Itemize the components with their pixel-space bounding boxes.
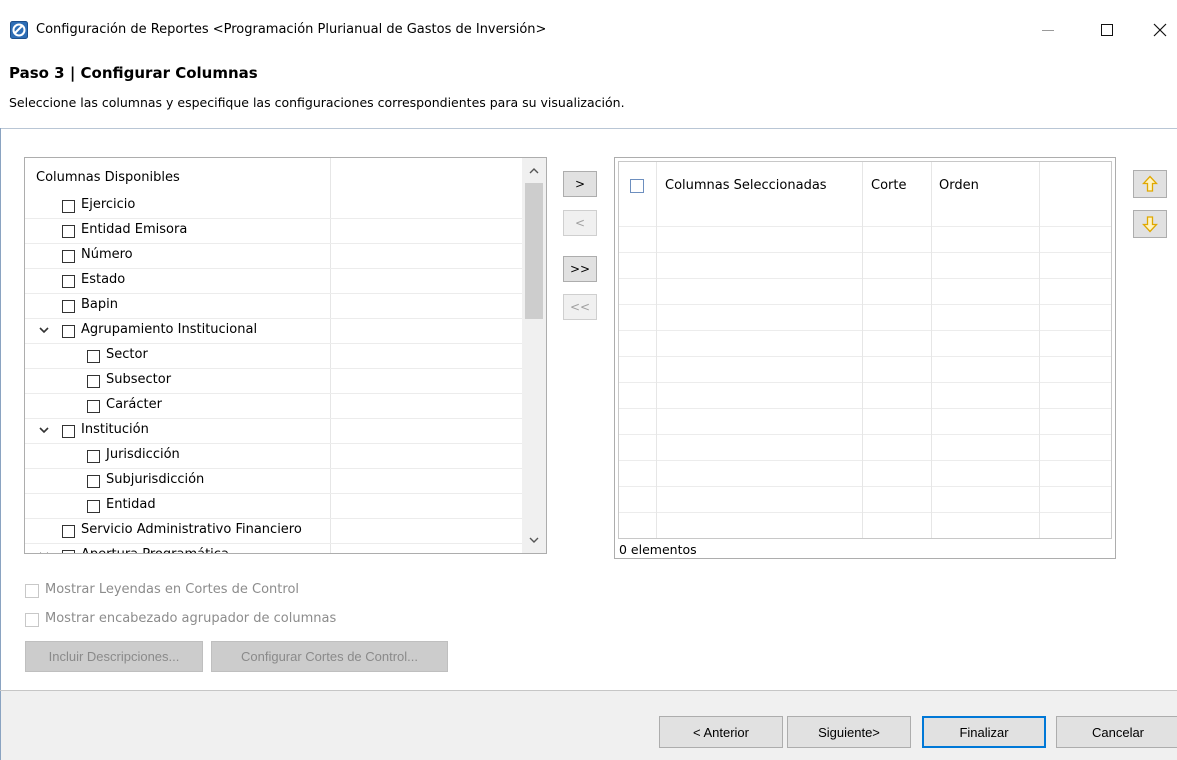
scroll-down-icon[interactable] — [528, 534, 540, 546]
column-header-corte[interactable]: Corte — [871, 178, 906, 193]
tree-scrollbar[interactable] — [522, 158, 546, 553]
chevron-down-icon[interactable] — [37, 548, 51, 554]
close-icon — [1153, 23, 1167, 37]
tree-item-checkbox[interactable] — [87, 450, 100, 463]
available-columns-tree[interactable]: Columnas Disponibles Ejercicio Entidad Em… — [24, 157, 547, 554]
step-description: Seleccione las columnas y especifique la… — [9, 95, 625, 110]
tree-item[interactable]: Carácter — [25, 394, 522, 419]
move-down-button[interactable] — [1133, 210, 1167, 238]
arrow-up-icon — [1142, 175, 1158, 192]
tree-item[interactable]: Entidad Emisora — [25, 219, 522, 244]
show-group-header-checkbox[interactable] — [25, 613, 39, 627]
add-column-button[interactable]: > — [563, 171, 597, 197]
tree-item-checkbox[interactable] — [62, 250, 75, 263]
frame-border — [0, 128, 1, 760]
tree-item[interactable]: Agrupamiento Institucional — [25, 319, 522, 344]
next-button[interactable]: Siguiente> — [787, 716, 911, 748]
finish-button[interactable]: Finalizar — [922, 716, 1046, 748]
tree-item[interactable]: Estado — [25, 269, 522, 294]
selected-columns-grid: Columnas Seleccionadas Corte Orden — [618, 161, 1112, 539]
grid-line — [862, 162, 863, 538]
tree-item-label: Subjurisdicción — [106, 472, 205, 487]
tree-item[interactable]: Subjurisdicción — [25, 469, 522, 494]
minimize-icon — [1042, 29, 1054, 31]
tree-item-checkbox[interactable] — [62, 550, 75, 553]
grid-line — [656, 162, 657, 538]
tree-item-checkbox[interactable] — [87, 350, 100, 363]
tree-item-label: Ejercicio — [81, 197, 136, 212]
report-app-icon — [10, 21, 28, 39]
grid-line — [1039, 162, 1040, 538]
available-columns-header: Columnas Disponibles — [36, 170, 180, 185]
tree-item[interactable]: Sector — [25, 344, 522, 369]
tree-item-label: Subsector — [106, 372, 172, 387]
remove-column-button[interactable]: < — [563, 210, 597, 236]
tree-item[interactable]: Apertura Programática — [25, 544, 522, 554]
step-title: Paso 3 | Configurar Columnas — [9, 64, 258, 82]
scroll-up-icon[interactable] — [528, 165, 540, 177]
show-legends-checkbox[interactable] — [25, 584, 39, 598]
tree-item[interactable]: Institución — [25, 419, 522, 444]
tree-item-checkbox[interactable] — [87, 400, 100, 413]
tree-item-label: Jurisdicción — [106, 447, 180, 462]
column-header-selected[interactable]: Columnas Seleccionadas — [665, 178, 827, 193]
select-all-checkbox[interactable] — [630, 179, 644, 193]
show-legends-label: Mostrar Leyendas en Cortes de Control — [45, 582, 300, 597]
tree-item-label: Sector — [106, 347, 148, 362]
tree-item-label: Carácter — [106, 397, 162, 412]
tree-item[interactable]: Jurisdicción — [25, 444, 522, 469]
arrow-down-icon — [1142, 216, 1158, 233]
tree-item-checkbox[interactable] — [62, 275, 75, 288]
scroll-thumb[interactable] — [525, 183, 543, 319]
tree-item-label: Número — [81, 247, 133, 262]
tree-item-label: Estado — [81, 272, 126, 287]
selected-columns-table[interactable]: Columnas Seleccionadas Corte Orden 0 ele… — [614, 157, 1116, 559]
back-button[interactable]: < Anterior — [659, 716, 783, 748]
grid-line — [931, 162, 932, 538]
tree-item[interactable]: Entidad — [25, 494, 522, 519]
column-header-orden[interactable]: Orden — [939, 178, 979, 193]
tree-item[interactable]: Subsector — [25, 369, 522, 394]
tree-item-label: Apertura Programática — [81, 547, 229, 553]
window-title: Configuración de Reportes <Programación … — [36, 22, 547, 37]
tree-item-label: Institución — [81, 422, 149, 437]
add-all-columns-button[interactable]: >> — [563, 256, 597, 282]
show-group-header-label: Mostrar encabezado agrupador de columnas — [45, 611, 337, 626]
tree-item-checkbox[interactable] — [87, 375, 100, 388]
move-up-button[interactable] — [1133, 170, 1167, 198]
tree-item-label: Entidad Emisora — [81, 222, 188, 237]
report-config-window: Configuración de Reportes <Programación … — [0, 0, 1177, 760]
title-bar: Configuración de Reportes <Programación … — [0, 0, 1177, 60]
include-descriptions-button[interactable]: Incluir Descripciones... — [25, 641, 203, 672]
cancel-button[interactable]: Cancelar — [1056, 716, 1177, 748]
tree-item-label: Entidad — [106, 497, 156, 512]
chevron-down-icon[interactable] — [37, 423, 51, 437]
minimize-button[interactable] — [1028, 15, 1068, 45]
tree-item-checkbox[interactable] — [62, 225, 75, 238]
tree-item-checkbox[interactable] — [62, 200, 75, 213]
maximize-button[interactable] — [1087, 15, 1127, 45]
tree-item-label: Bapin — [81, 297, 118, 312]
tree-item-label: Agrupamiento Institucional — [81, 322, 258, 337]
tree-item[interactable]: Servicio Administrativo Financiero — [25, 519, 522, 544]
configure-cuts-button[interactable]: Configurar Cortes de Control... — [211, 641, 448, 672]
chevron-down-icon[interactable] — [37, 323, 51, 337]
close-button[interactable] — [1140, 15, 1177, 45]
tree-item-checkbox[interactable] — [62, 325, 75, 338]
tree-item[interactable]: Ejercicio — [25, 194, 522, 219]
tree-item-checkbox[interactable] — [62, 525, 75, 538]
tree-item-checkbox[interactable] — [87, 475, 100, 488]
tree-item[interactable]: Número — [25, 244, 522, 269]
header-divider — [0, 128, 1177, 129]
tree-item-checkbox[interactable] — [87, 500, 100, 513]
remove-all-columns-button[interactable]: << — [563, 294, 597, 320]
selected-count: 0 elementos — [619, 542, 697, 557]
tree-item-checkbox[interactable] — [62, 425, 75, 438]
tree-item[interactable]: Bapin — [25, 294, 522, 319]
tree-item-checkbox[interactable] — [62, 300, 75, 313]
maximize-icon — [1101, 24, 1113, 36]
tree-item-label: Servicio Administrativo Financiero — [81, 522, 302, 537]
